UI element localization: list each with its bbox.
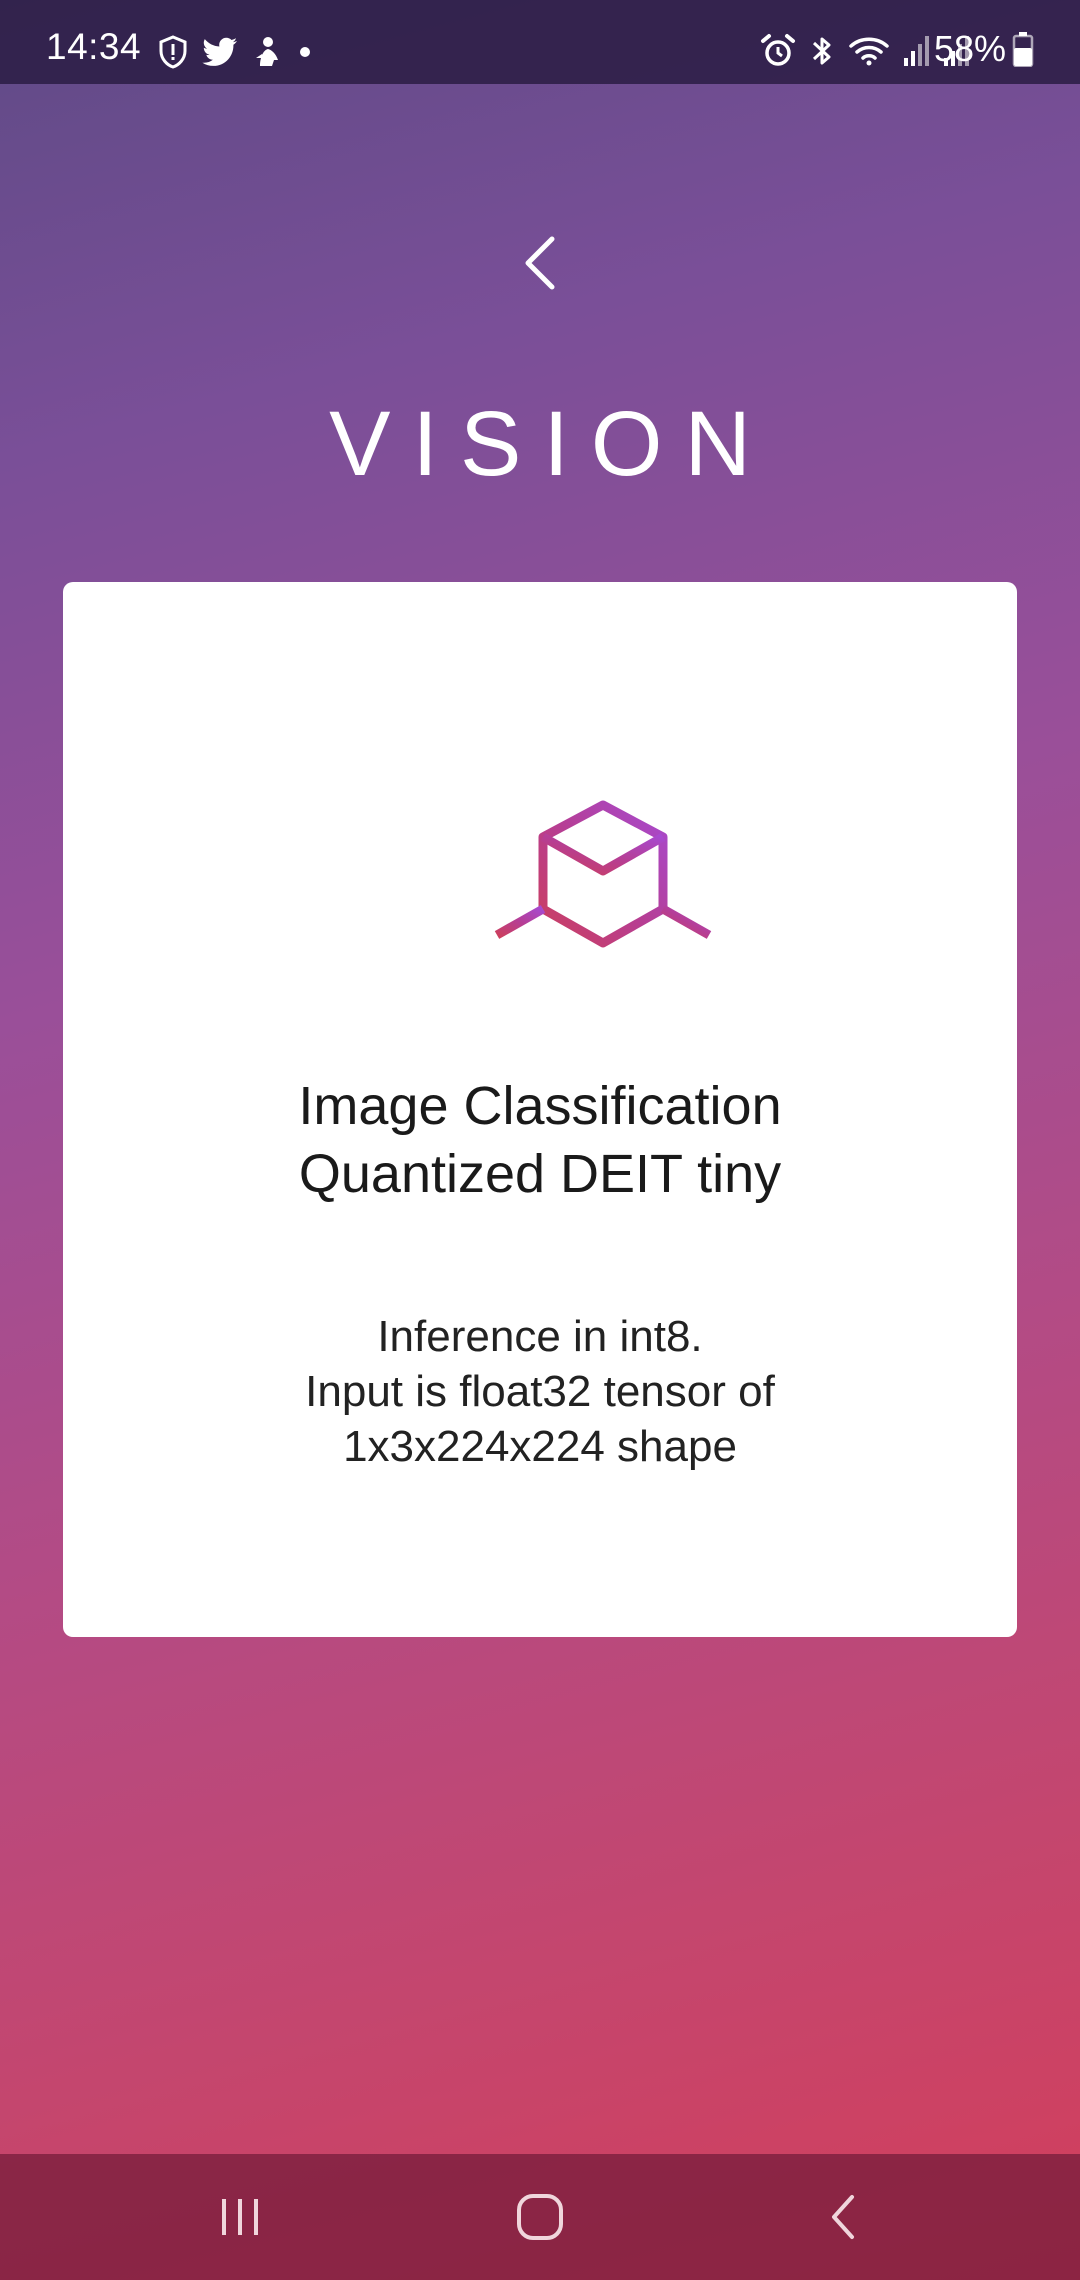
alarm-icon bbox=[760, 33, 796, 69]
card-description-line: Input is float32 tensor of bbox=[305, 1367, 775, 1416]
card-description-line: Inference in int8. bbox=[377, 1312, 703, 1361]
back-icon[interactable] bbox=[826, 2193, 862, 2241]
battery-status: 58% bbox=[934, 28, 1034, 70]
model-card[interactable]: Image Classification Quantized DEIT tiny… bbox=[63, 582, 1017, 1637]
card-title: Image Classification Quantized DEIT tiny bbox=[63, 1072, 1017, 1208]
twitter-icon bbox=[202, 37, 238, 67]
battery-percentage: 58% bbox=[933, 28, 1006, 69]
recent-apps-icon[interactable] bbox=[216, 2195, 264, 2239]
card-title-line: Quantized DEIT tiny bbox=[298, 1144, 782, 1204]
nav-back-button[interactable] bbox=[804, 2182, 884, 2252]
card-description: Inference in int8. Input is float32 tens… bbox=[63, 1309, 1017, 1474]
recent-apps-button[interactable] bbox=[200, 2182, 280, 2252]
card-description-line: 1x3x224x224 shape bbox=[343, 1422, 737, 1471]
page-title: VISION bbox=[329, 393, 773, 495]
cube-model-icon bbox=[493, 757, 713, 957]
battery-icon bbox=[1012, 31, 1034, 67]
status-bar: 14:34 58% bbox=[0, 0, 1080, 84]
home-button[interactable] bbox=[500, 2182, 580, 2252]
signal-icon bbox=[902, 34, 930, 68]
navigation-bar bbox=[0, 2154, 1080, 2280]
status-time: 14:34 bbox=[46, 26, 142, 67]
card-title-line: Image Classification bbox=[298, 1076, 782, 1136]
app-notification-icon bbox=[252, 36, 282, 68]
back-button[interactable] bbox=[510, 228, 570, 298]
chevron-left-icon[interactable] bbox=[520, 233, 560, 293]
status-left-icons bbox=[158, 34, 314, 70]
bluetooth-icon bbox=[808, 33, 836, 69]
wifi-icon bbox=[848, 34, 890, 68]
home-icon[interactable] bbox=[515, 2192, 565, 2242]
shield-alert-icon bbox=[158, 35, 188, 69]
dot-icon bbox=[296, 43, 314, 61]
